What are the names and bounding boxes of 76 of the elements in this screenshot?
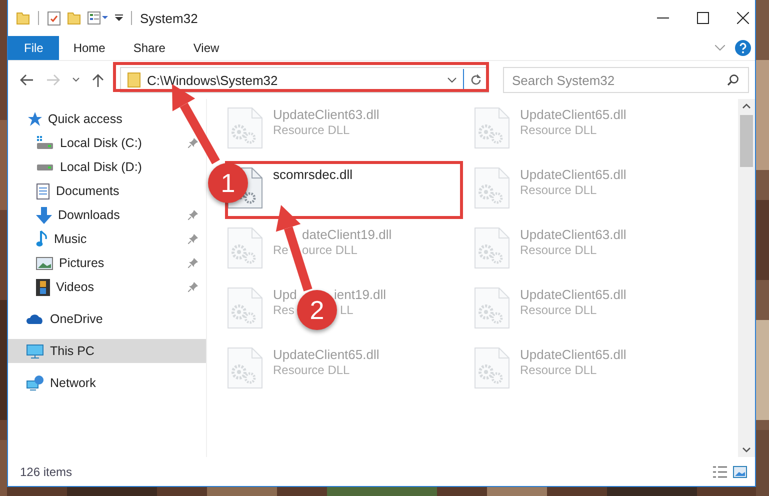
music-note-icon	[36, 230, 48, 248]
search-field[interactable]: Search System32	[503, 67, 749, 93]
settings-file-icon	[474, 167, 510, 209]
sidebar-item[interactable]: Downloads	[8, 203, 206, 227]
folder-icon	[127, 72, 141, 88]
pin-icon[interactable]	[188, 210, 198, 220]
caret-icon[interactable]	[72, 77, 80, 83]
search-icon	[727, 74, 739, 86]
file-type: Resource DLL	[273, 123, 351, 137]
drive-icon	[36, 136, 54, 150]
item-count: 126 items	[20, 464, 72, 478]
checklist-icon[interactable]	[47, 10, 61, 26]
refresh-icon[interactable]	[470, 74, 482, 86]
scroll-down-icon[interactable]	[742, 447, 751, 453]
file-type: Re	[273, 243, 290, 257]
address-field[interactable]: C:\Windows\System32	[120, 67, 489, 93]
caret-icon[interactable]	[447, 77, 457, 83]
settings-file-icon	[227, 287, 263, 329]
large-icons-view-icon[interactable]	[733, 466, 747, 478]
maximize-icon[interactable]	[697, 12, 709, 24]
file-type: LL	[340, 303, 354, 317]
sidebar-item[interactable]: Music	[8, 227, 206, 251]
settings-file-icon	[474, 287, 510, 329]
window-title: System32	[140, 10, 198, 26]
settings-file-icon	[474, 347, 510, 389]
download-arrow-icon	[36, 206, 52, 224]
document-icon	[36, 182, 50, 200]
settings-file-icon	[227, 227, 263, 269]
chevron-icon[interactable]	[715, 45, 725, 51]
help-icon[interactable]	[735, 40, 751, 56]
file-menu-button[interactable]: File	[8, 36, 60, 60]
pin-icon[interactable]	[188, 234, 198, 244]
file-type: Resource DLL	[520, 123, 598, 137]
sidebar-item[interactable]: Local Disk (D:)	[8, 155, 206, 179]
file-type: Resource DLL	[273, 363, 351, 377]
monitor-icon	[26, 344, 44, 358]
details-view-icon[interactable]	[713, 466, 727, 478]
up-icon[interactable]	[92, 73, 104, 87]
settings-file-icon	[227, 347, 263, 389]
drive-icon	[36, 164, 54, 170]
back-icon[interactable]	[20, 74, 34, 86]
image-icon	[36, 256, 53, 270]
star-icon	[26, 111, 42, 127]
settings-file-icon	[474, 107, 510, 149]
file-name[interactable]: scomrsdec.dll	[273, 167, 352, 182]
pin-icon[interactable]	[188, 138, 198, 148]
pin-icon[interactable]	[188, 282, 198, 292]
scrollbar[interactable]	[738, 99, 755, 457]
ribbon-tab[interactable]: Share	[119, 36, 180, 60]
sidebar-item[interactable]: Videos	[8, 275, 206, 299]
file-type: Resource DLL	[520, 303, 598, 317]
cloud-icon	[26, 313, 44, 325]
sidebar-item[interactable]: This PC	[8, 339, 206, 363]
sidebar-item[interactable]: Network	[8, 371, 206, 395]
network-icon	[26, 375, 44, 391]
scroll-thumb[interactable]	[740, 115, 753, 167]
close-icon[interactable]	[737, 12, 749, 24]
ribbon-tab[interactable]: Home	[59, 36, 120, 60]
file-type: Res	[273, 303, 296, 317]
film-icon	[36, 278, 50, 296]
sidebar-item[interactable]: OneDrive	[8, 307, 206, 331]
file-type: Resource DLL	[520, 243, 598, 257]
file-type: ource DLL	[302, 243, 358, 257]
file-type: Resource DLL	[520, 363, 598, 377]
sidebar-item[interactable]: Quick access	[8, 107, 206, 131]
pin-icon[interactable]	[188, 258, 198, 268]
sidebar-item[interactable]: Documents	[8, 179, 206, 203]
sidebar-item[interactable]: Pictures	[8, 251, 206, 275]
properties-icon[interactable]	[87, 11, 109, 25]
sidebar-item[interactable]: Local Disk (C:)	[8, 131, 206, 155]
settings-file-icon	[474, 227, 510, 269]
dropdown-icon[interactable]	[115, 14, 123, 22]
ribbon-tab[interactable]: View	[179, 36, 234, 60]
settings-file-icon	[227, 107, 263, 149]
scroll-up-icon[interactable]	[742, 103, 751, 109]
file-type: Resource DLL	[520, 183, 598, 197]
